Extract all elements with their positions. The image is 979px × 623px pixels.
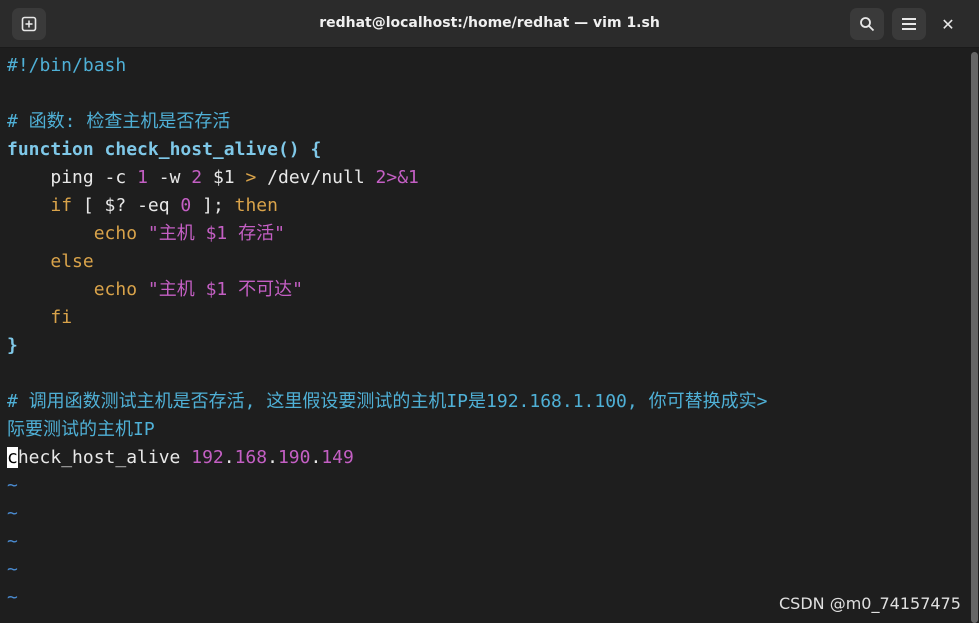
string: "主机 $1 存活" (147, 223, 285, 244)
code-line: # 函数: 检查主机是否存活 (0, 108, 970, 136)
scrollbar[interactable] (970, 52, 979, 623)
code-line: fi (0, 304, 970, 332)
new-tab-button[interactable] (12, 8, 46, 40)
number: 168 (234, 447, 268, 468)
comment: # 函数: 检查主机是否存活 (7, 111, 231, 132)
search-button[interactable] (850, 8, 884, 40)
code-text: /dev/null (256, 167, 376, 188)
code-text: . (267, 447, 278, 468)
keyword-if: if (50, 195, 73, 216)
close-button[interactable]: ✕ (932, 8, 964, 40)
window-title: redhat@localhost:/home/redhat — vim 1.sh (319, 15, 660, 31)
code-line: } (0, 332, 970, 360)
empty-line-marker: ~ (7, 559, 18, 580)
function-open: () { (277, 139, 322, 160)
operator: > (245, 167, 257, 188)
title-bar: redhat@localhost:/home/redhat — vim 1.sh… (0, 0, 979, 48)
keyword-else: else (50, 251, 94, 272)
close-icon: ✕ (941, 14, 955, 34)
number: 2 (191, 167, 203, 188)
code-text: . (223, 447, 235, 468)
code-text: -w (147, 167, 192, 188)
number: 190 (277, 447, 311, 468)
hamburger-menu-icon (902, 18, 916, 30)
code-line: # 调用函数测试主机是否存活, 这里假设要测试的主机IP是192.168.1.1… (0, 388, 970, 416)
code-text: ping -c (50, 167, 138, 188)
number: 192 (191, 447, 224, 468)
function-name: check_host_alive (104, 139, 278, 160)
closing-brace: } (7, 335, 18, 356)
shebang: #!/bin/bash (7, 55, 127, 76)
code-line: if [ $? -eq 0 ]; then (0, 192, 970, 220)
code-line: echo "主机 $1 存活" (0, 220, 970, 248)
code-line: check_host_alive 192.168.190.149 (0, 444, 970, 472)
menu-button[interactable] (892, 8, 926, 40)
code-line: ping -c 1 -w 2 $1 > /dev/null 2>&1 (0, 164, 970, 192)
keyword: function (7, 139, 94, 160)
terminal-window: redhat@localhost:/home/redhat — vim 1.sh… (0, 0, 979, 623)
string: "主机 $1 不可达" (147, 279, 303, 300)
empty-line-marker: ~ (7, 475, 18, 496)
code-line: else (0, 248, 970, 276)
code-text: [ $? -eq (72, 195, 181, 216)
keyword-then: then (234, 195, 278, 216)
keyword-echo: echo (93, 223, 138, 244)
keyword-echo: echo (93, 279, 138, 300)
code-line: 际要测试的主机IP (0, 416, 970, 444)
watermark: CSDN @m0_74157475 (779, 594, 961, 613)
scrollbar-thumb[interactable] (971, 52, 978, 623)
comment-wrapped: 际要测试的主机IP (7, 419, 155, 440)
empty-line-marker: ~ (7, 503, 18, 524)
empty-line-marker: ~ (7, 531, 18, 552)
number: 1 (137, 167, 148, 188)
code-line: echo "主机 $1 不可达" (0, 276, 970, 304)
code-text: $1 (202, 167, 246, 188)
vim-editor[interactable]: #!/bin/bash # 函数: 检查主机是否存活 function chec… (0, 52, 970, 623)
code-text: heck_host_alive (17, 447, 192, 468)
number: 149 (321, 447, 354, 468)
code-text: ]; (191, 195, 235, 216)
text-cursor: c (7, 447, 18, 468)
keyword-fi: fi (50, 307, 73, 328)
search-icon (860, 17, 875, 32)
code-line: #!/bin/bash (0, 52, 970, 80)
code-line: function check_host_alive() { (0, 136, 970, 164)
redirect: 2>&1 (375, 167, 419, 188)
comment: # 调用函数测试主机是否存活, 这里假设要测试的主机IP是192.168.1.1… (7, 391, 768, 412)
new-tab-icon (21, 16, 37, 32)
number: 0 (180, 195, 192, 216)
code-text: . (310, 447, 322, 468)
